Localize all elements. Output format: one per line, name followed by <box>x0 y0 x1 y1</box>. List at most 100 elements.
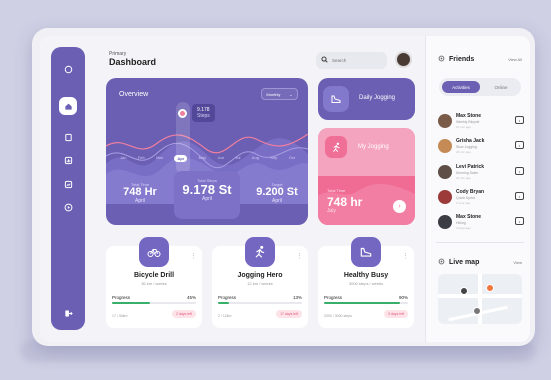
daily-jogging-label: Daily Jogging <box>359 95 396 101</box>
progress-bar <box>324 302 408 304</box>
my-jogging-sub: July <box>327 208 336 214</box>
arrow-right-icon[interactable]: › <box>393 200 406 213</box>
stat-target: Target 9.200 St April <box>252 182 302 204</box>
more-icon[interactable]: ⋮ <box>402 252 409 260</box>
map-pin-active[interactable] <box>486 284 494 292</box>
sidebar <box>51 47 85 330</box>
friend-item[interactable]: Cody Bryan Quick Sprint 1 hour ago • <box>438 188 524 206</box>
progress-value: 90% <box>398 295 408 300</box>
avatar <box>438 114 452 128</box>
avatar <box>438 215 452 229</box>
friend-activity: Slow Jogging <box>456 145 477 149</box>
live-map-header: Live map <box>438 258 479 267</box>
message-icon[interactable]: • <box>515 141 524 149</box>
friend-name: Max Stone <box>456 113 482 119</box>
activity-card[interactable]: ⋮ Bicycle Drill 36 km / weeks Progress 4… <box>106 237 202 328</box>
more-icon[interactable]: ⋮ <box>190 252 197 260</box>
map-pin[interactable] <box>460 287 468 295</box>
search-box[interactable] <box>316 52 387 69</box>
friend-item[interactable]: Max Stone Weekly Bicycle 10 min ago • <box>438 112 524 130</box>
progress-label: Progress <box>218 295 237 300</box>
month-label[interactable]: May <box>199 155 207 162</box>
my-jogging-value: 748 hr <box>327 195 363 209</box>
progress-fill <box>112 302 150 304</box>
activity-card[interactable]: ⋮ Jogging Hero 12 km / weeks Progress 13… <box>212 237 308 328</box>
activity-name: Bicycle Drill <box>133 272 175 279</box>
message-icon[interactable]: • <box>515 167 524 175</box>
friend-item[interactable]: Grisha Jack Slow Jogging 23 min ago • <box>438 137 524 155</box>
friends-icon <box>438 55 445 64</box>
play-icon[interactable] <box>59 198 77 216</box>
overview-card: Overview Monthly ⌄ 9.178 Steps Jan Feb M… <box>106 78 308 225</box>
stat-sub: April <box>134 198 145 204</box>
my-jogging-label: My Jogging <box>358 144 389 150</box>
dashboard-screen: Primary Dashboard Overview Monthly ⌄ 9.1… <box>40 36 530 342</box>
friend-activity: Weekly Bicycle <box>456 120 480 124</box>
logout-icon[interactable] <box>59 304 77 322</box>
month-label[interactable]: Sep <box>270 155 277 162</box>
period-select[interactable]: Monthly ⌄ <box>261 88 298 100</box>
shoe-icon <box>323 86 349 112</box>
progress-value: 13% <box>292 295 302 300</box>
runner-icon <box>245 237 275 267</box>
friend-time: 23 min ago <box>456 150 471 154</box>
view-map-link[interactable]: View <box>513 260 522 265</box>
month-label[interactable]: Jan <box>120 155 126 162</box>
chart-point[interactable] <box>178 109 187 118</box>
activity-name: Healthy Busy <box>343 272 389 279</box>
progress-label: Progress <box>112 295 131 300</box>
user-avatar[interactable] <box>395 51 412 68</box>
month-label[interactable]: Mar <box>156 155 163 162</box>
friend-item[interactable]: Levi Patrick Morning Swim 34 min ago • <box>438 163 524 181</box>
bicycle-icon <box>139 237 169 267</box>
message-icon[interactable]: • <box>515 116 524 124</box>
activity-date: 2000 / 3000 steps <box>324 314 352 318</box>
month-label[interactable]: Aug <box>252 155 259 162</box>
progress-value: 45% <box>186 295 196 300</box>
activity-card[interactable]: ⋮ Healthy Busy 3000 steps / weeks Progre… <box>318 237 414 328</box>
friend-name: Levi Patrick <box>456 164 485 170</box>
daily-jogging-card[interactable]: Daily Jogging <box>318 78 415 120</box>
document-icon[interactable] <box>59 128 77 146</box>
home-icon[interactable] <box>59 97 77 115</box>
friends-title: Friends <box>449 56 475 63</box>
period-select-value: Monthly <box>266 91 281 97</box>
days-left-badge: 2 days left <box>172 310 196 318</box>
tab-activities[interactable]: Activities <box>442 81 480 93</box>
friend-name: Cody Bryan <box>456 189 485 195</box>
progress-bar <box>112 302 196 304</box>
search-input[interactable] <box>332 58 382 63</box>
stat-sub: April <box>271 198 282 204</box>
message-icon[interactable]: • <box>515 192 524 200</box>
location-icon <box>438 258 445 267</box>
friend-activity: Quick Sprint <box>456 196 476 200</box>
bell-icon[interactable] <box>59 60 77 78</box>
view-all-link[interactable]: View All <box>508 57 522 62</box>
friends-tabs: Activities Online <box>439 78 521 96</box>
message-icon[interactable]: • <box>515 217 524 225</box>
more-icon[interactable]: ⋮ <box>296 252 303 260</box>
stat-total-steps: Total Steps 9.178 St April <box>174 178 240 202</box>
month-label[interactable]: Feb <box>138 155 145 162</box>
activity-name: Jogging Hero <box>237 272 283 279</box>
month-label[interactable]: Oct <box>289 155 295 162</box>
month-label-active[interactable]: Apr <box>174 155 188 162</box>
trend-icon[interactable] <box>59 175 77 193</box>
map-pin[interactable] <box>473 307 481 315</box>
avatar <box>438 139 452 153</box>
search-icon <box>321 56 328 65</box>
month-label[interactable]: Jun <box>218 155 224 162</box>
live-map[interactable] <box>438 274 522 324</box>
chart-icon[interactable] <box>59 151 77 169</box>
my-jogging-card[interactable]: My Jogging Total Time 748 hr July › <box>318 128 415 225</box>
stat-total-time: Total Time 748 Hr April <box>118 182 162 204</box>
month-label[interactable]: Jul <box>235 155 240 162</box>
friend-item[interactable]: Max Stone Hiking 2 days ago • <box>438 213 524 231</box>
avatar <box>438 165 452 179</box>
stat-value: 9.178 St <box>182 182 232 197</box>
friend-activity: Morning Swim <box>456 171 479 175</box>
chart-tooltip: 9.178 Steps <box>192 104 215 122</box>
chevron-down-icon: ⌄ <box>289 91 293 97</box>
tab-online[interactable]: Online <box>483 81 519 93</box>
friend-time: 1 hour ago <box>456 201 471 205</box>
